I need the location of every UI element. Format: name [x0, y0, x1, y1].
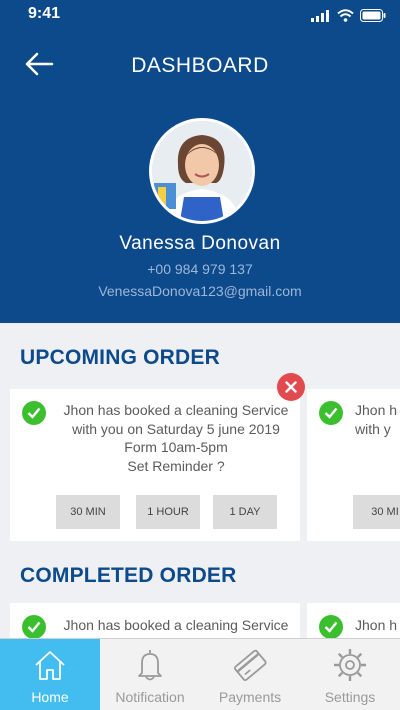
close-icon: [285, 381, 297, 393]
nav-home[interactable]: Home: [0, 639, 100, 710]
profile-name: Vanessa Donovan: [119, 233, 281, 254]
upcoming-order-title: UPCOMING ORDER: [20, 346, 220, 369]
status-time: 9:41: [28, 5, 61, 22]
order-line: Jhon has booked a cleaning Service: [63, 402, 289, 418]
nav-settings[interactable]: Settings: [300, 639, 400, 710]
check-circle-icon: [22, 401, 46, 425]
order-line: Jhon h: [355, 617, 398, 633]
bottom-nav: Home Notification Payments Settings: [0, 638, 400, 710]
page-title: DASHBOARD: [131, 54, 269, 77]
status-icons: [311, 9, 386, 22]
nav-payments[interactable]: Payments: [200, 639, 300, 710]
upcoming-order-card[interactable]: Jhon h with y 30 MI: [307, 389, 400, 541]
battery-icon: [360, 9, 386, 22]
credit-card-icon: [234, 649, 267, 681]
order-line: Jhon h: [355, 402, 398, 418]
order-line: Form 10am-5pm: [124, 439, 228, 455]
completed-order-title: COMPLETED ORDER: [20, 564, 237, 587]
wifi-icon: [337, 9, 354, 22]
reminder-30-min-button[interactable]: 30 MI: [353, 495, 400, 529]
profile-phone: +00 984 979 137: [147, 261, 253, 277]
order-line: with y: [355, 420, 391, 437]
order-line: with you on Saturday 5 june 2019: [72, 420, 280, 437]
nav-label: Home: [31, 689, 69, 705]
order-message: Jhon h with y: [355, 401, 400, 438]
reminder-1-day-button[interactable]: 1 DAY: [213, 495, 277, 529]
profile-email: VenessaDonova123@gmail.com: [98, 283, 302, 299]
nav-label: Payments: [218, 689, 282, 705]
home-icon: [35, 651, 65, 680]
signal-icon: [311, 10, 329, 22]
upcoming-order-card[interactable]: Jhon has booked a cleaning Service with …: [10, 389, 300, 541]
check-circle-icon: [22, 615, 46, 639]
nav-label: Notification: [115, 689, 185, 705]
check-circle-icon: [319, 401, 343, 425]
completed-order-card[interactable]: Jhon has booked a cleaning Service: [10, 603, 300, 643]
profile-header: 9:41 DASHBOARD Vanessa Donovan +00 984 9…: [0, 0, 400, 323]
completed-order-card[interactable]: Jhon h: [307, 603, 400, 643]
order-line: Set Reminder ?: [127, 457, 225, 474]
avatar-photo: [152, 121, 252, 221]
gear-icon: [334, 649, 366, 681]
reminder-30-min-button[interactable]: 30 MIN: [56, 495, 120, 529]
nav-label: Settings: [324, 689, 376, 705]
nav-notification[interactable]: Notification: [100, 639, 200, 710]
avatar[interactable]: [149, 118, 255, 224]
status-bar: 9:41: [0, 0, 400, 34]
bell-icon: [138, 650, 162, 681]
check-circle-icon: [319, 615, 343, 639]
reminder-1-hour-button[interactable]: 1 HOUR: [136, 495, 200, 529]
order-message: Jhon has booked a cleaning Service with …: [58, 401, 294, 475]
close-order-button[interactable]: [277, 373, 305, 401]
order-line: Jhon has booked a cleaning Service: [63, 617, 289, 633]
